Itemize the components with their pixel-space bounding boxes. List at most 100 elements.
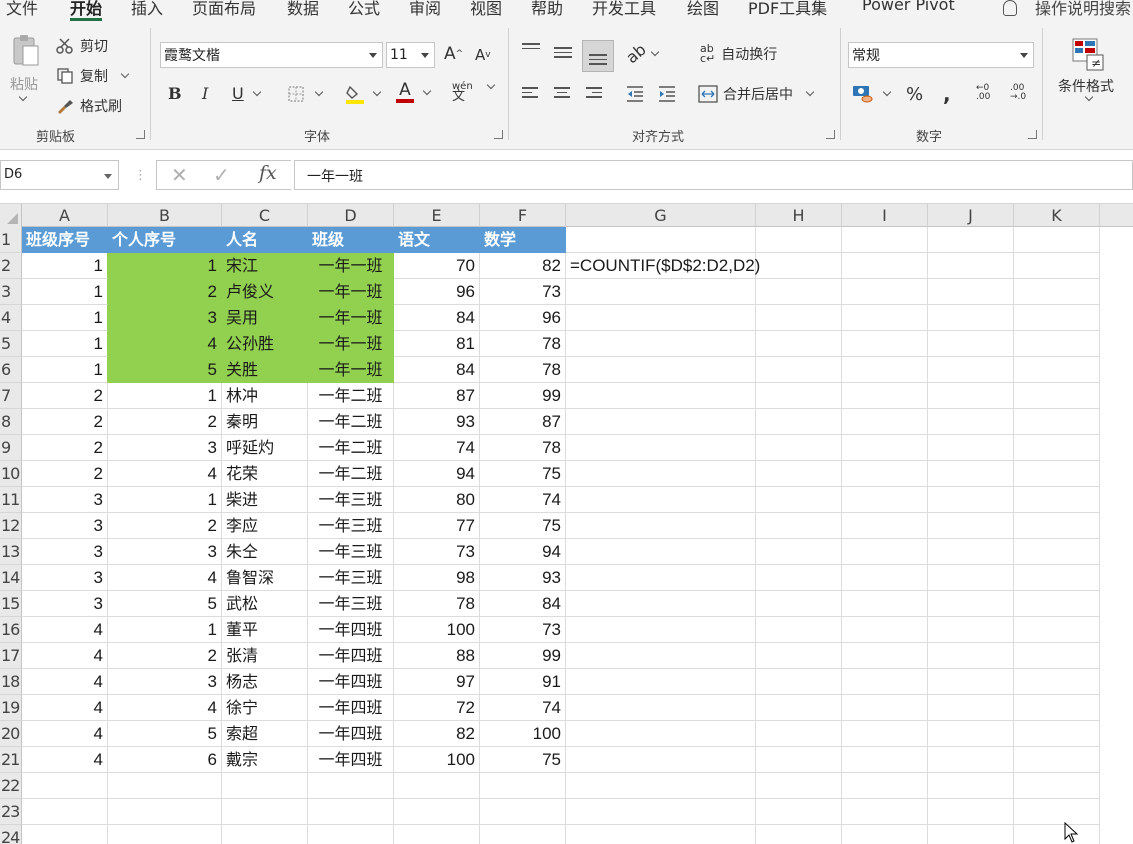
decrease-font-icon[interactable]: Av xyxy=(475,46,491,64)
table-cell[interactable]: 1 xyxy=(22,305,108,331)
tab-draw[interactable]: 绘图 xyxy=(687,0,719,19)
table-cell[interactable]: 林冲 xyxy=(222,383,308,409)
tab-power-pivot[interactable]: Power Pivot xyxy=(862,0,955,14)
cell[interactable] xyxy=(566,279,756,305)
bold-button[interactable]: B xyxy=(168,84,182,103)
row-header[interactable]: 5 xyxy=(0,331,22,357)
column-header-g[interactable]: G xyxy=(566,204,756,227)
row-header[interactable]: 10 xyxy=(0,461,22,487)
table-cell[interactable]: 87 xyxy=(394,383,480,409)
table-cell[interactable]: 1 xyxy=(108,487,222,513)
cell[interactable] xyxy=(928,487,1014,513)
borders-button[interactable] xyxy=(288,86,324,102)
table-cell[interactable]: 84 xyxy=(480,591,566,617)
row-header[interactable]: 3 xyxy=(0,279,22,305)
cell[interactable] xyxy=(756,773,842,799)
row-header[interactable]: 8 xyxy=(0,409,22,435)
cell[interactable] xyxy=(1014,409,1100,435)
cell[interactable] xyxy=(928,799,1014,825)
table-cell[interactable]: 一年一班 xyxy=(308,331,394,357)
cell[interactable] xyxy=(566,591,756,617)
table-cell[interactable]: 2 xyxy=(22,435,108,461)
table-cell[interactable]: 3 xyxy=(22,513,108,539)
table-cell[interactable]: 82 xyxy=(394,721,480,747)
table-cell[interactable]: 4 xyxy=(22,747,108,773)
italic-button[interactable]: I xyxy=(202,84,208,103)
cell[interactable] xyxy=(1014,383,1100,409)
clipboard-launcher-icon[interactable] xyxy=(136,130,145,139)
column-header-d[interactable]: D xyxy=(308,204,394,227)
cell[interactable] xyxy=(1014,279,1100,305)
table-cell[interactable]: 2 xyxy=(108,409,222,435)
table-cell[interactable]: 87 xyxy=(480,409,566,435)
cell[interactable] xyxy=(842,773,928,799)
cell[interactable] xyxy=(928,669,1014,695)
paste-icon[interactable] xyxy=(8,32,42,68)
cell[interactable] xyxy=(394,773,480,799)
tab-formulas[interactable]: 公式 xyxy=(348,0,380,19)
table-cell[interactable]: 100 xyxy=(394,617,480,643)
table-cell[interactable]: 李应 xyxy=(222,513,308,539)
column-header-b[interactable]: B xyxy=(108,204,222,227)
orientation-button[interactable]: ab xyxy=(622,40,660,67)
column-header-k[interactable]: K xyxy=(1014,204,1100,227)
cell[interactable] xyxy=(928,591,1014,617)
cell[interactable] xyxy=(566,747,756,773)
table-cell[interactable]: 74 xyxy=(394,435,480,461)
table-cell[interactable]: 一年二班 xyxy=(308,461,394,487)
cell[interactable] xyxy=(756,357,842,383)
cell[interactable] xyxy=(842,253,928,279)
cell[interactable] xyxy=(842,669,928,695)
formula-bar-grip-icon[interactable]: ⋮ xyxy=(134,168,147,183)
cell[interactable] xyxy=(842,279,928,305)
cell[interactable] xyxy=(566,331,756,357)
cell[interactable] xyxy=(566,305,756,331)
table-cell[interactable]: 1 xyxy=(22,279,108,305)
table-cell[interactable]: 3 xyxy=(108,539,222,565)
cell[interactable] xyxy=(308,799,394,825)
conditional-formatting-button[interactable]: 条件格式 xyxy=(1058,76,1114,96)
paste-dropdown[interactable] xyxy=(18,92,28,102)
font-name-combo[interactable]: 霞鹜文楷 xyxy=(160,42,383,68)
cell[interactable] xyxy=(842,409,928,435)
cell[interactable] xyxy=(1014,825,1100,844)
cell[interactable] xyxy=(108,773,222,799)
table-cell[interactable]: 80 xyxy=(394,487,480,513)
table-cell[interactable]: 柴进 xyxy=(222,487,308,513)
table-cell[interactable]: 78 xyxy=(480,357,566,383)
cell[interactable] xyxy=(566,617,756,643)
cell[interactable] xyxy=(1014,487,1100,513)
cell[interactable] xyxy=(566,799,756,825)
cell[interactable] xyxy=(842,539,928,565)
table-cell[interactable]: 4 xyxy=(108,461,222,487)
table-cell[interactable]: 3 xyxy=(22,591,108,617)
cell[interactable] xyxy=(756,513,842,539)
cell[interactable] xyxy=(928,747,1014,773)
cell[interactable] xyxy=(566,773,756,799)
table-cell[interactable]: 5 xyxy=(108,721,222,747)
table-cell[interactable]: 一年四班 xyxy=(308,617,394,643)
table-cell[interactable]: 75 xyxy=(480,747,566,773)
cell[interactable] xyxy=(566,513,756,539)
underline-button[interactable]: U xyxy=(232,84,261,103)
tab-view[interactable]: 视图 xyxy=(470,0,502,19)
table-cell[interactable]: 3 xyxy=(22,565,108,591)
number-format-combo[interactable]: 常规 xyxy=(848,42,1034,68)
format-painter-button[interactable]: 格式刷 xyxy=(56,96,122,116)
percent-style-button[interactable]: % xyxy=(906,84,923,105)
table-cell[interactable]: 75 xyxy=(480,513,566,539)
table-cell[interactable]: 2 xyxy=(108,279,222,305)
table-cell[interactable]: 84 xyxy=(394,305,480,331)
table-cell[interactable]: 74 xyxy=(480,695,566,721)
table-cell[interactable]: 1 xyxy=(108,617,222,643)
cell[interactable] xyxy=(756,383,842,409)
table-cell[interactable]: 一年一班 xyxy=(308,279,394,305)
wrap-text-button[interactable]: ab c↵ 自动换行 xyxy=(700,43,777,64)
row-header[interactable]: 4 xyxy=(0,305,22,331)
cell[interactable] xyxy=(1014,305,1100,331)
table-cell[interactable]: 1 xyxy=(22,253,108,279)
align-right-icon[interactable] xyxy=(586,84,608,106)
table-cell[interactable]: 公孙胜 xyxy=(222,331,308,357)
cell[interactable] xyxy=(842,357,928,383)
table-cell[interactable]: 一年二班 xyxy=(308,409,394,435)
